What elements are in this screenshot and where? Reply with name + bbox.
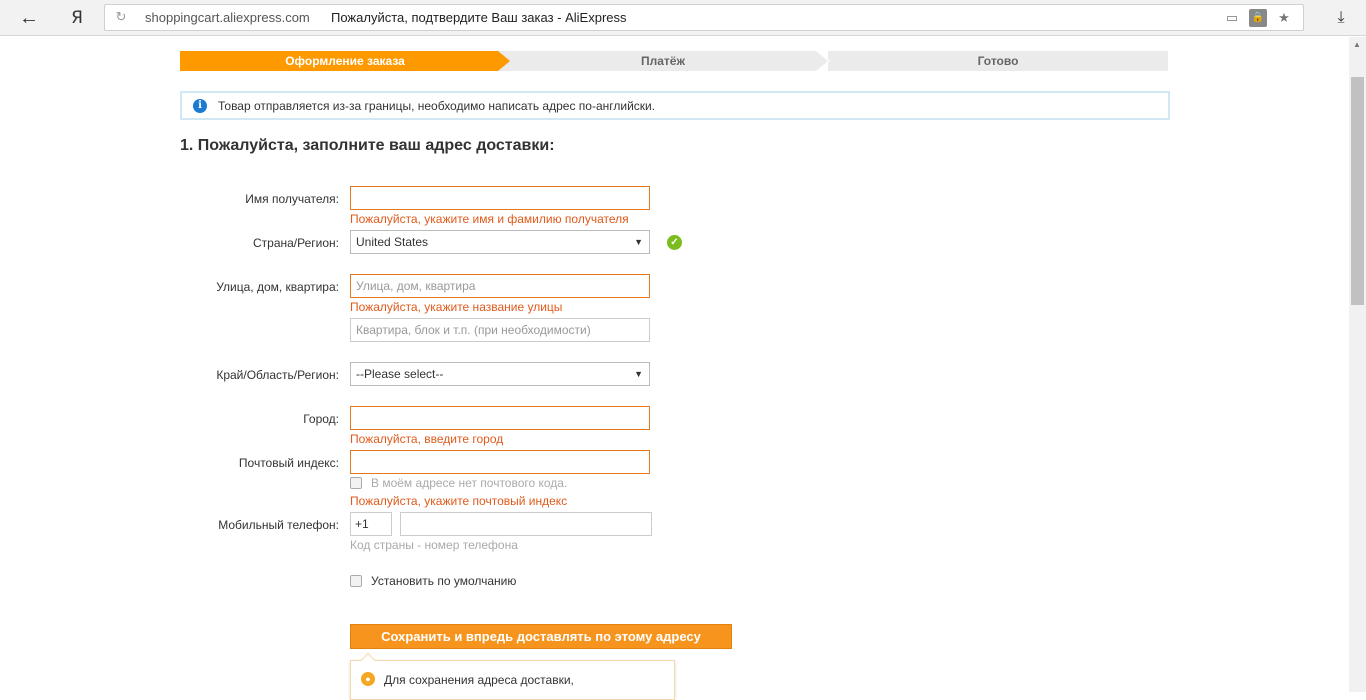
star-icon[interactable]: ★ xyxy=(1275,9,1293,27)
lock-icon[interactable]: 🔒 xyxy=(1249,9,1267,27)
dropdown-arrow-icon: ▼ xyxy=(634,369,643,379)
recipient-label: Имя получателя: xyxy=(245,192,339,206)
no-zip-checkbox[interactable] xyxy=(350,477,362,489)
dropdown-arrow-icon: ▼ xyxy=(634,237,643,247)
zip-error: Пожалуйста, укажите почтовый индекс xyxy=(350,494,568,508)
tip-box: ● Для сохранения адреса доставки, xyxy=(350,652,675,700)
street-error: Пожалуйста, укажите название улицы xyxy=(350,300,563,314)
street2-input[interactable]: Квартира, блок и т.п. (при необходимости… xyxy=(350,318,650,342)
street-placeholder: Улица, дом, квартира xyxy=(356,279,476,293)
no-zip-label: В моём адресе нет почтового кода. xyxy=(371,476,568,490)
yandex-logo[interactable]: Я xyxy=(68,6,86,30)
check-circle-icon: ✓ xyxy=(667,235,682,250)
step-done: Готово xyxy=(828,51,1168,71)
recipient-input[interactable] xyxy=(350,186,650,210)
back-arrow-icon[interactable]: ← xyxy=(16,6,42,30)
address-icons: ▭ 🔒 ★ xyxy=(1223,9,1293,27)
notice-text: Товар отправляется из-за границы, необхо… xyxy=(218,99,656,113)
step-order: Оформление заказа xyxy=(180,51,510,71)
reload-icon[interactable]: ↻ xyxy=(113,9,129,25)
tip-notch xyxy=(360,652,376,668)
zip-input[interactable] xyxy=(350,450,650,474)
address-domain: shoppingcart.aliexpress.com xyxy=(145,10,310,25)
street-label: Улица, дом, квартира: xyxy=(216,280,339,294)
address-bar[interactable]: ↻ shoppingcart.aliexpress.com Пожалуйста… xyxy=(104,4,1304,31)
phone-number-input[interactable] xyxy=(400,512,652,536)
city-label: Город: xyxy=(303,412,339,426)
region-label: Край/Область/Регион: xyxy=(216,368,339,382)
street2-placeholder: Квартира, блок и т.п. (при необходимости… xyxy=(356,323,591,337)
recipient-error: Пожалуйста, укажите имя и фамилию получа… xyxy=(350,212,629,226)
city-error: Пожалуйста, введите город xyxy=(350,432,504,446)
info-icon: i xyxy=(193,99,207,113)
country-label: Страна/Регион: xyxy=(252,236,339,250)
step-payment: Платёж xyxy=(496,51,830,71)
checkout-steps: Оформление заказа Платёж Готово xyxy=(180,51,1168,71)
region-select[interactable]: --Please select-- ▼ xyxy=(350,362,650,386)
save-address-button[interactable]: Сохранить и впредь доставлять по этому а… xyxy=(350,624,732,649)
section-title: 1. Пожалуйста, заполните ваш адрес доста… xyxy=(180,137,555,154)
tip-text: Для сохранения адреса доставки, xyxy=(384,673,574,687)
scroll-up-icon[interactable]: ▲ xyxy=(1353,40,1361,49)
phone-hint: Код страны - номер телефона xyxy=(350,538,518,552)
country-select[interactable]: United States ▼ xyxy=(350,230,650,254)
region-value: --Please select-- xyxy=(356,367,444,381)
camera-off-icon[interactable]: ▭ xyxy=(1223,9,1241,27)
phone-label: Мобильный телефон: xyxy=(218,518,339,532)
bulb-icon: ● xyxy=(361,672,375,686)
default-checkbox[interactable] xyxy=(350,575,362,587)
city-input[interactable] xyxy=(350,406,650,430)
phone-code-input[interactable]: +1 xyxy=(350,512,392,536)
browser-toolbar: ← Я ↻ shoppingcart.aliexpress.com Пожалу… xyxy=(0,0,1366,36)
scrollbar[interactable]: ▲ xyxy=(1349,37,1366,692)
info-notice: i Товар отправляется из-за границы, необ… xyxy=(180,91,1170,120)
country-value: United States xyxy=(356,235,429,249)
default-label: Установить по умолчанию xyxy=(371,574,517,588)
page-title: Пожалуйста, подтвердите Ваш заказ - AliE… xyxy=(331,10,627,25)
street-input[interactable]: Улица, дом, квартира xyxy=(350,274,650,298)
download-icon[interactable]: ⤓ xyxy=(1330,6,1352,30)
zip-label: Почтовый индекс: xyxy=(238,456,339,470)
scroll-thumb[interactable] xyxy=(1351,77,1364,305)
